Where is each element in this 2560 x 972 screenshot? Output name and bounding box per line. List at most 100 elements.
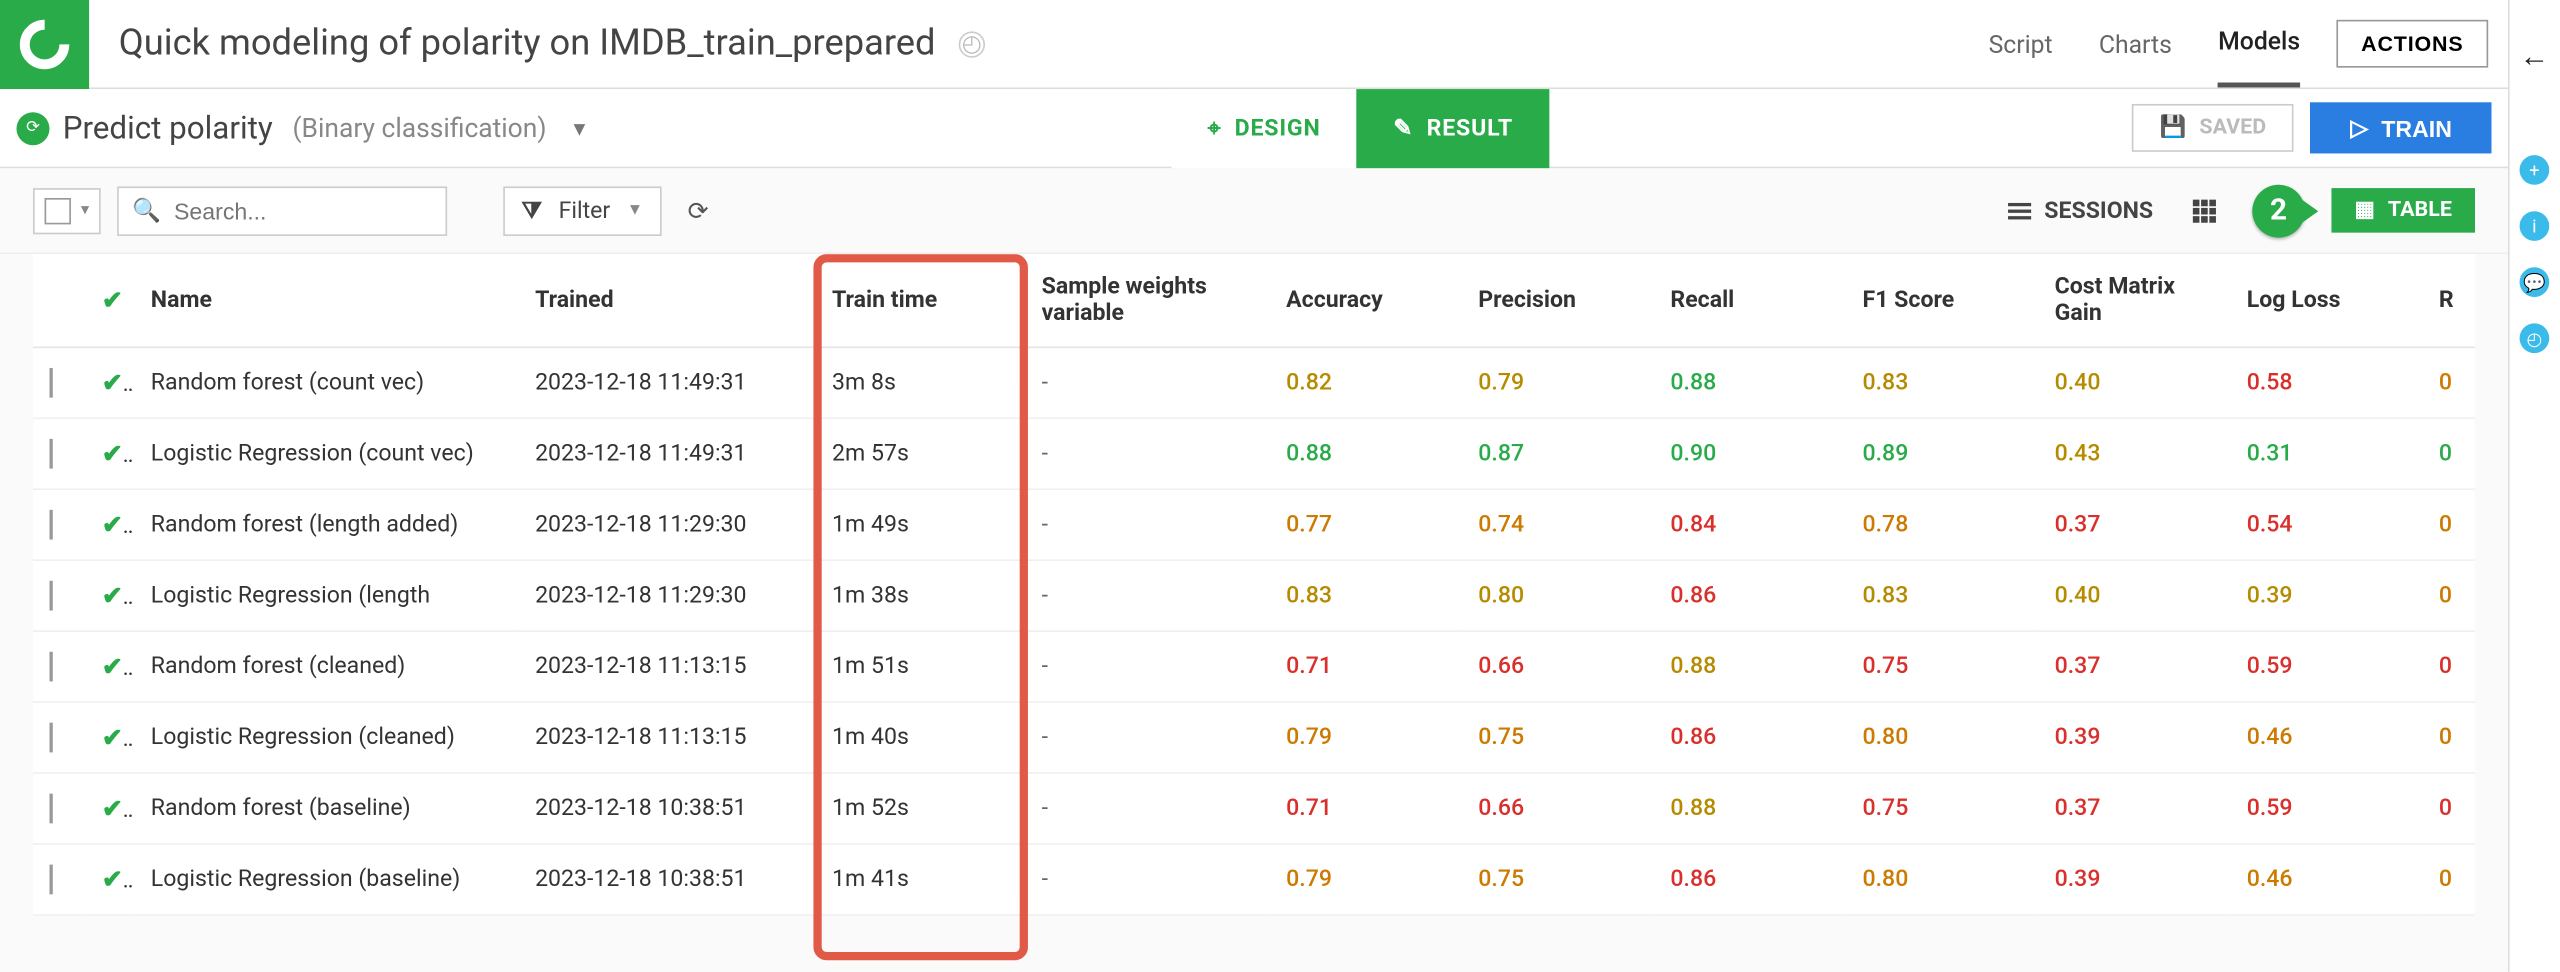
row-checkbox[interactable] (33, 844, 85, 915)
top-tabs: Script Charts Models (1989, 0, 2301, 87)
list-icon (2008, 202, 2031, 219)
rail-info-icon[interactable]: i (2520, 211, 2550, 241)
row-accuracy: 0.79 (1270, 844, 1462, 915)
train-button[interactable]: ▷ TRAIN (2311, 102, 2492, 153)
annotation-callout: 2 (2242, 184, 2315, 237)
row-status: ✔ (85, 418, 134, 489)
row-cmg: 0.37 (2038, 489, 2230, 560)
row-cmg: 0.39 (2038, 844, 2230, 915)
row-logloss: 0.58 (2230, 347, 2422, 418)
app-logo[interactable] (0, 0, 89, 88)
actions-button[interactable]: ACTIONS (2336, 20, 2488, 68)
col-status[interactable]: ✔ (85, 254, 134, 347)
table-row[interactable]: ✔ Logistic Regression (baseline) 2023-12… (33, 844, 2475, 915)
train-label: TRAIN (2381, 115, 2452, 141)
row-precision: 0.75 (1462, 844, 1654, 915)
row-train-time: 3m 8s (816, 347, 1026, 418)
table-view-button[interactable]: ▦ TABLE (2331, 188, 2475, 233)
row-r: 0 (2422, 702, 2475, 773)
table-row[interactable]: ✔ Random forest (count vec) 2023-12-18 1… (33, 347, 2475, 418)
col-name[interactable]: Name (134, 254, 518, 347)
design-mode-button[interactable]: ⌖ DESIGN (1171, 88, 1357, 167)
row-name: Logistic Regression (count vec) (134, 418, 518, 489)
table-row[interactable]: ✔ Random forest (baseline) 2023-12-18 10… (33, 773, 2475, 844)
col-cmg[interactable]: Cost Matrix Gain (2038, 254, 2230, 347)
col-accuracy[interactable]: Accuracy (1270, 254, 1462, 347)
search-input-wrapper[interactable]: 🔍 (117, 186, 447, 236)
save-icon: 💾 (2159, 116, 2186, 141)
row-recall: 0.88 (1654, 631, 1846, 702)
row-trained: 2023-12-18 11:13:15 (519, 631, 816, 702)
history-icon[interactable]: ◴ (959, 31, 985, 57)
table-row[interactable]: ✔ Random forest (length added) 2023-12-1… (33, 489, 2475, 560)
rail-add-icon[interactable]: + (2520, 155, 2550, 185)
col-sample[interactable]: Sample weights variable (1025, 254, 1270, 347)
refresh-button[interactable]: ⟳ (688, 196, 709, 226)
row-trained: 2023-12-18 11:29:30 (519, 489, 816, 560)
row-cmg: 0.40 (2038, 560, 2230, 631)
tab-charts[interactable]: Charts (2099, 2, 2172, 85)
col-f1[interactable]: F1 Score (1846, 254, 2038, 347)
col-precision[interactable]: Precision (1462, 254, 1654, 347)
row-logloss: 0.31 (2230, 418, 2422, 489)
col-logloss[interactable]: Log Loss (2230, 254, 2422, 347)
rail-clock-icon[interactable]: ◴ (2520, 323, 2550, 353)
check-icon: ✔ (102, 285, 123, 315)
rail-chat-icon[interactable]: 💬 (2520, 267, 2550, 297)
row-trained: 2023-12-18 10:38:51 (519, 844, 816, 915)
row-checkbox[interactable] (33, 631, 85, 702)
row-f1: 0.83 (1846, 560, 2038, 631)
play-icon: ▷ (2350, 114, 2368, 142)
col-r[interactable]: R (2422, 254, 2475, 347)
row-train-time: 1m 41s (816, 844, 1026, 915)
col-train-time[interactable]: Train time (816, 254, 1026, 347)
grid-view-button[interactable] (2193, 199, 2216, 222)
row-accuracy: 0.77 (1270, 489, 1462, 560)
tab-script[interactable]: Script (1989, 2, 2053, 85)
col-trained[interactable]: Trained (519, 254, 816, 347)
filter-dropdown[interactable]: ⧩ Filter ▼ (503, 186, 661, 236)
chevron-down-icon: ▼ (627, 201, 643, 219)
row-checkbox[interactable] (33, 773, 85, 844)
row-r: 0 (2422, 773, 2475, 844)
col-recall[interactable]: Recall (1654, 254, 1846, 347)
tab-models[interactable]: Models (2218, 0, 2300, 87)
select-all-checkbox[interactable]: ▾ (33, 187, 101, 233)
row-checkbox[interactable] (33, 560, 85, 631)
row-logloss: 0.39 (2230, 560, 2422, 631)
row-checkbox[interactable] (33, 418, 85, 489)
row-checkbox[interactable] (33, 347, 85, 418)
result-mode-button[interactable]: ✎ RESULT (1357, 88, 1549, 167)
table-row[interactable]: ✔ Logistic Regression (cleaned) 2023-12-… (33, 702, 2475, 773)
row-recall: 0.84 (1654, 489, 1846, 560)
row-status: ✔ (85, 773, 134, 844)
row-status: ✔ (85, 844, 134, 915)
row-sample: - (1025, 702, 1270, 773)
row-trained: 2023-12-18 11:13:15 (519, 702, 816, 773)
row-checkbox[interactable] (33, 702, 85, 773)
table-row[interactable]: ✔ Logistic Regression (length 2023-12-18… (33, 560, 2475, 631)
table-row[interactable]: ✔ Logistic Regression (count vec) 2023-1… (33, 418, 2475, 489)
row-precision: 0.66 (1462, 773, 1654, 844)
row-sample: - (1025, 347, 1270, 418)
row-accuracy: 0.79 (1270, 702, 1462, 773)
task-selector[interactable]: ⟳ Predict polarity (Binary classificatio… (17, 109, 590, 147)
back-button[interactable]: ← (2518, 40, 2551, 73)
row-accuracy: 0.71 (1270, 773, 1462, 844)
row-accuracy: 0.88 (1270, 418, 1462, 489)
row-precision: 0.87 (1462, 418, 1654, 489)
row-sample: - (1025, 773, 1270, 844)
col-checkbox[interactable] (33, 254, 85, 347)
page-title-text: Quick modeling of polarity on IMDB_train… (119, 23, 936, 64)
check-icon: ✔ (102, 439, 134, 469)
table-row[interactable]: ✔ Random forest (cleaned) 2023-12-18 11:… (33, 631, 2475, 702)
row-trained: 2023-12-18 11:49:31 (519, 347, 816, 418)
check-icon: ✔ (102, 581, 134, 611)
sessions-button[interactable]: SESSIONS (2008, 197, 2153, 223)
row-recall: 0.86 (1654, 844, 1846, 915)
row-cmg: 0.40 (2038, 347, 2230, 418)
row-checkbox[interactable] (33, 489, 85, 560)
row-precision: 0.66 (1462, 631, 1654, 702)
row-train-time: 1m 51s (816, 631, 1026, 702)
search-input[interactable] (174, 197, 432, 223)
